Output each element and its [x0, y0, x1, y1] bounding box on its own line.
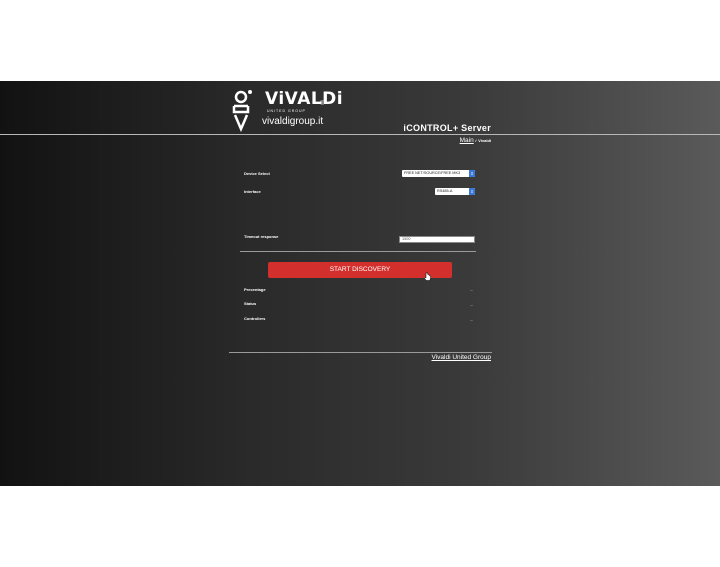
interface-select-value: RS485-A: [437, 189, 453, 193]
timeout-label: Timeout response: [244, 234, 279, 239]
interface-label: Interface: [244, 189, 261, 194]
controllers-value: ...: [470, 317, 474, 322]
page-title: iCONTROL+ Server: [403, 123, 491, 133]
breadcrumb-current: Vivaldi: [478, 138, 491, 143]
status-label: Status: [244, 301, 257, 306]
breadcrumb: Main / Vivaldi: [460, 137, 491, 144]
percentage-value: ...: [470, 287, 474, 292]
breadcrumb-separator: /: [475, 138, 477, 143]
header-divider: [0, 134, 720, 135]
footer-link[interactable]: Vivaldi United Group: [432, 354, 492, 361]
breadcrumb-main-link[interactable]: Main: [460, 137, 474, 144]
chevron-down-icon: ⇕: [469, 188, 475, 195]
timeout-input[interactable]: 1500: [399, 236, 475, 243]
percentage-label: Precentage: [244, 287, 266, 292]
status-value: ...: [470, 302, 474, 307]
brand-website: vivaldigroup.it: [262, 116, 324, 127]
pointer-cursor-icon: [424, 272, 431, 281]
app-window: ViVALDi ® UNITED GROUP vivaldigroup.it i…: [0, 81, 720, 486]
device-select-value: FREE NET/SOURCE/FREE MK3: [404, 171, 461, 175]
device-select[interactable]: FREE NET/SOURCE/FREE MK3 ⇕: [402, 170, 475, 177]
chevron-down-icon: ⇕: [469, 170, 475, 177]
brand-name: ViVALDi: [265, 89, 344, 109]
device-select-label: Device Select: [244, 171, 270, 176]
footer-divider: [229, 352, 492, 353]
brand-tagline: UNITED GROUP: [267, 109, 306, 113]
interface-select[interactable]: RS485-A ⇕: [435, 188, 475, 195]
controllers-label: Controllers: [244, 316, 266, 321]
form-divider: [240, 251, 476, 252]
brand-registered-mark: ®: [320, 101, 325, 107]
